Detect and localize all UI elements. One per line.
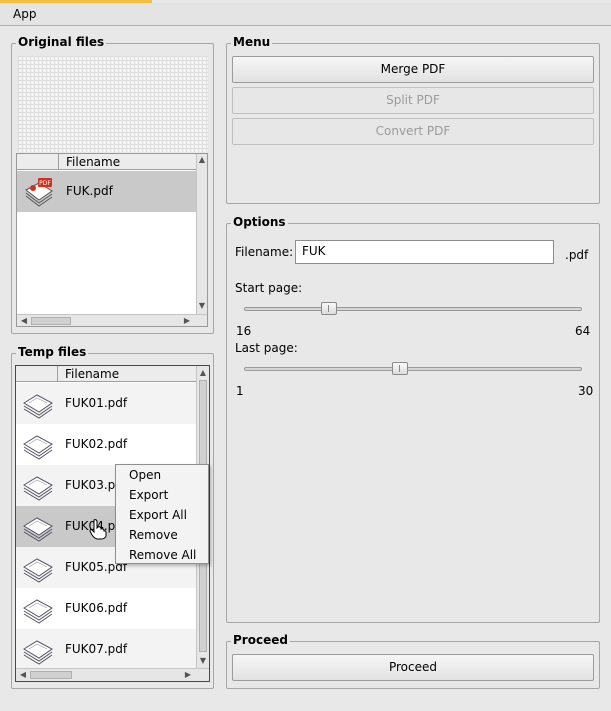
hand-pointer-icon <box>89 519 107 540</box>
original-preview-area <box>18 56 208 152</box>
last-page-slider-handle[interactable] <box>392 362 409 375</box>
split-pdf-button[interactable]: Split PDF <box>232 87 594 114</box>
context-menu-export[interactable]: Export <box>129 488 168 502</box>
temp-hscrollbar[interactable]: ◀ ▶ <box>16 668 209 681</box>
temp-row-filename: FUK06.pdf <box>65 601 128 615</box>
scroll-up-icon[interactable]: ▲ <box>198 368 208 377</box>
start-page-max: 64 <box>575 324 591 338</box>
original-hscrollbar[interactable]: ◀ ▶ <box>17 314 207 326</box>
options-title: Options <box>231 215 288 229</box>
list-item-fuk[interactable]: PDF FUK.pdf <box>17 171 196 212</box>
page-stack-icon <box>23 640 53 665</box>
temp-hscroll-thumb[interactable] <box>30 671 72 679</box>
page-stack-icon <box>23 476 53 501</box>
menu-app[interactable]: App <box>7 7 42 21</box>
list-item[interactable]: FUK06.pdf <box>16 588 196 629</box>
original-header-filename[interactable]: Filename <box>66 155 120 169</box>
original-vscrollbar[interactable]: ▲ ▼ <box>196 154 207 314</box>
proceed-button[interactable]: Proceed <box>232 654 594 681</box>
temp-files-title: Temp files <box>16 345 89 359</box>
start-page-label: Start page: <box>235 281 303 295</box>
merge-pdf-button[interactable]: Merge PDF <box>232 56 594 83</box>
filename-label: Filename: <box>235 245 294 259</box>
menu-title: Menu <box>231 35 273 49</box>
list-item[interactable]: FUK07.pdf <box>16 629 196 670</box>
last-page-slider[interactable] <box>244 367 582 371</box>
temp-list-header: Filename <box>16 366 197 382</box>
temp-row-filename: FUK02.pdf <box>65 437 128 451</box>
convert-pdf-button[interactable]: Convert PDF <box>232 118 594 145</box>
context-menu-export-all[interactable]: Export All <box>129 508 187 522</box>
scroll-right-icon[interactable]: ▶ <box>182 316 192 325</box>
extension-label: .pdf <box>565 248 589 262</box>
context-menu-remove[interactable]: Remove <box>129 528 178 542</box>
context-menu-remove-all[interactable]: Remove All <box>129 548 196 562</box>
last-page-min: 1 <box>236 384 244 398</box>
original-files-list[interactable]: Filename PDF FUK.pdf ▲ ▼ ◀ ▶ <box>16 153 208 327</box>
original-row-filename: FUK.pdf <box>66 184 113 198</box>
context-menu: Open Export Export All Remove Remove All <box>115 464 209 564</box>
list-item[interactable]: FUK01.pdf <box>16 383 196 424</box>
temp-header-icon-col[interactable] <box>16 366 58 382</box>
scroll-left-icon[interactable]: ◀ <box>18 670 28 679</box>
scroll-up-icon[interactable]: ▲ <box>197 155 207 164</box>
original-header-icon-col[interactable] <box>17 154 59 170</box>
proceed-title: Proceed <box>231 633 290 647</box>
page-stack-icon <box>23 558 53 583</box>
original-list-header: Filename <box>17 154 197 170</box>
start-page-min: 16 <box>236 324 252 338</box>
original-hscroll-thumb[interactable] <box>31 317 71 325</box>
page-stack-icon <box>23 394 53 419</box>
temp-header-filename[interactable]: Filename <box>65 367 119 381</box>
last-page-max: 30 <box>578 384 594 398</box>
scroll-down-icon[interactable]: ▼ <box>197 301 207 310</box>
scroll-right-icon[interactable]: ▶ <box>183 670 193 679</box>
scroll-down-icon[interactable]: ▼ <box>198 656 208 665</box>
filename-input[interactable]: FUK <box>295 240 554 264</box>
context-menu-open[interactable]: Open <box>129 468 161 482</box>
pdf-file-icon: PDF <box>25 178 53 207</box>
page-stack-icon <box>23 435 53 460</box>
original-files-title: Original files <box>16 35 107 49</box>
page-stack-icon <box>23 599 53 624</box>
svg-text:PDF: PDF <box>39 180 51 187</box>
list-item[interactable]: FUK02.pdf <box>16 424 196 465</box>
last-page-label: Last page: <box>235 341 298 355</box>
start-page-slider-handle[interactable] <box>321 302 338 315</box>
scroll-left-icon[interactable]: ◀ <box>19 316 29 325</box>
page-stack-icon <box>23 517 53 542</box>
start-page-slider[interactable] <box>244 307 582 311</box>
temp-row-filename: FUK01.pdf <box>65 396 128 410</box>
temp-row-filename: FUK07.pdf <box>65 642 128 656</box>
menu-bar: App <box>0 3 611 26</box>
